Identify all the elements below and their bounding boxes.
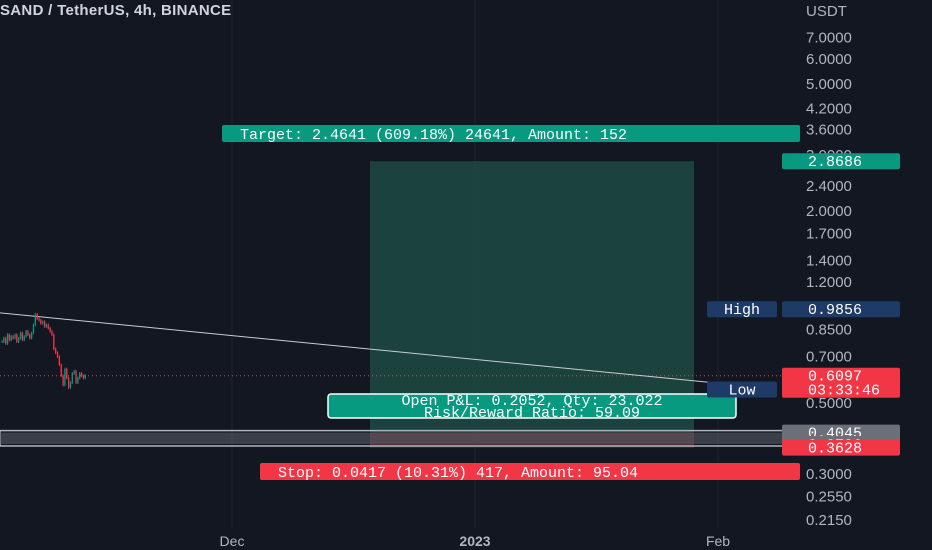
stop-label: Stop: 0.0417 (10.31%) 417, Amount: 95.04 (278, 465, 638, 482)
candle-body (6, 334, 9, 344)
candle-body (68, 377, 70, 388)
y-tick-label: 1.2000 (806, 274, 852, 291)
candle-body (71, 373, 73, 383)
y-tick-label: 3.6000 (806, 122, 852, 139)
candle-body (16, 334, 18, 342)
candle-body (69, 382, 72, 388)
y-tick-label: 0.2550 (806, 489, 852, 506)
y-tick-label: 2.0000 (806, 203, 852, 220)
candle-body (47, 324, 49, 329)
price-label: 2.8686 (808, 154, 862, 171)
candle-body (34, 314, 36, 325)
x-tick-label: 2023 (459, 533, 490, 549)
candle-body (43, 321, 46, 327)
candle-body (75, 371, 77, 383)
candle-body (40, 320, 42, 324)
candle-body (36, 314, 38, 319)
candle-body (21, 333, 24, 340)
y-tick-label: 0.7000 (806, 349, 852, 366)
y-axis-unit: USDT (806, 3, 847, 20)
price-label: 0.9856 (808, 302, 862, 319)
candle-body (27, 331, 29, 335)
candle-body (45, 324, 48, 327)
candle-body (84, 375, 86, 378)
candle-body (8, 334, 11, 340)
rr-label: Risk/Reward Ratio: 59.09 (424, 405, 640, 422)
candle-body (49, 328, 51, 332)
candle-body (64, 369, 66, 386)
price-label: 0.3628 (808, 441, 862, 458)
candle-body (55, 348, 57, 353)
candle-body (14, 334, 16, 339)
candle-body (1, 341, 3, 343)
candle-body (32, 324, 35, 334)
candle-body (38, 318, 40, 321)
candle-body (79, 373, 81, 378)
candle-body (10, 336, 12, 340)
candle-body (31, 333, 33, 339)
candle-body (29, 334, 31, 339)
y-tick-label: 0.2150 (806, 512, 852, 529)
candle-body (18, 338, 20, 342)
price-tag: High (724, 302, 760, 319)
y-tick-label: 0.3000 (806, 466, 852, 483)
candle-body (42, 321, 44, 324)
countdown-label: 03:33:46 (808, 383, 880, 400)
candle-body (5, 338, 7, 344)
candle-body (56, 352, 59, 357)
y-tick-label: 6.0000 (806, 51, 852, 68)
price-chart[interactable]: USDT7.00006.00005.00004.20003.60003.0000… (0, 0, 932, 550)
entry-band-fill (0, 432, 800, 444)
y-tick-label: 0.8500 (806, 322, 852, 339)
y-tick-label: 5.0000 (806, 76, 852, 93)
candle-body (23, 336, 25, 340)
y-tick-label: 4.2000 (806, 100, 852, 117)
price-tag: Low (728, 383, 755, 400)
symbol-title: SAND / TetherUS, 4h, BINANCE (0, 2, 232, 19)
candle-body (73, 371, 75, 374)
candle-body (58, 356, 61, 365)
candle-body (60, 364, 62, 376)
candle-body (62, 375, 64, 386)
candle-body (25, 331, 27, 337)
candle-body (19, 333, 22, 339)
candle-body (82, 375, 85, 378)
target-label: Target: 2.4641 (609.18%) 24641, Amount: … (240, 127, 627, 144)
y-tick-label: 7.0000 (806, 30, 852, 47)
candle-body (51, 331, 53, 335)
candle-body (53, 334, 55, 349)
candle-body (12, 336, 14, 339)
x-tick-label: Dec (220, 533, 245, 549)
y-tick-label: 1.7000 (806, 226, 852, 243)
candle-body (77, 377, 79, 383)
profit-zone (370, 161, 694, 433)
y-tick-label: 1.4000 (806, 253, 852, 270)
candle-body (66, 369, 68, 378)
candle-body (80, 373, 83, 376)
y-tick-label: 2.4000 (806, 178, 852, 195)
candle-body (3, 338, 5, 342)
x-tick-label: Feb (706, 533, 730, 549)
